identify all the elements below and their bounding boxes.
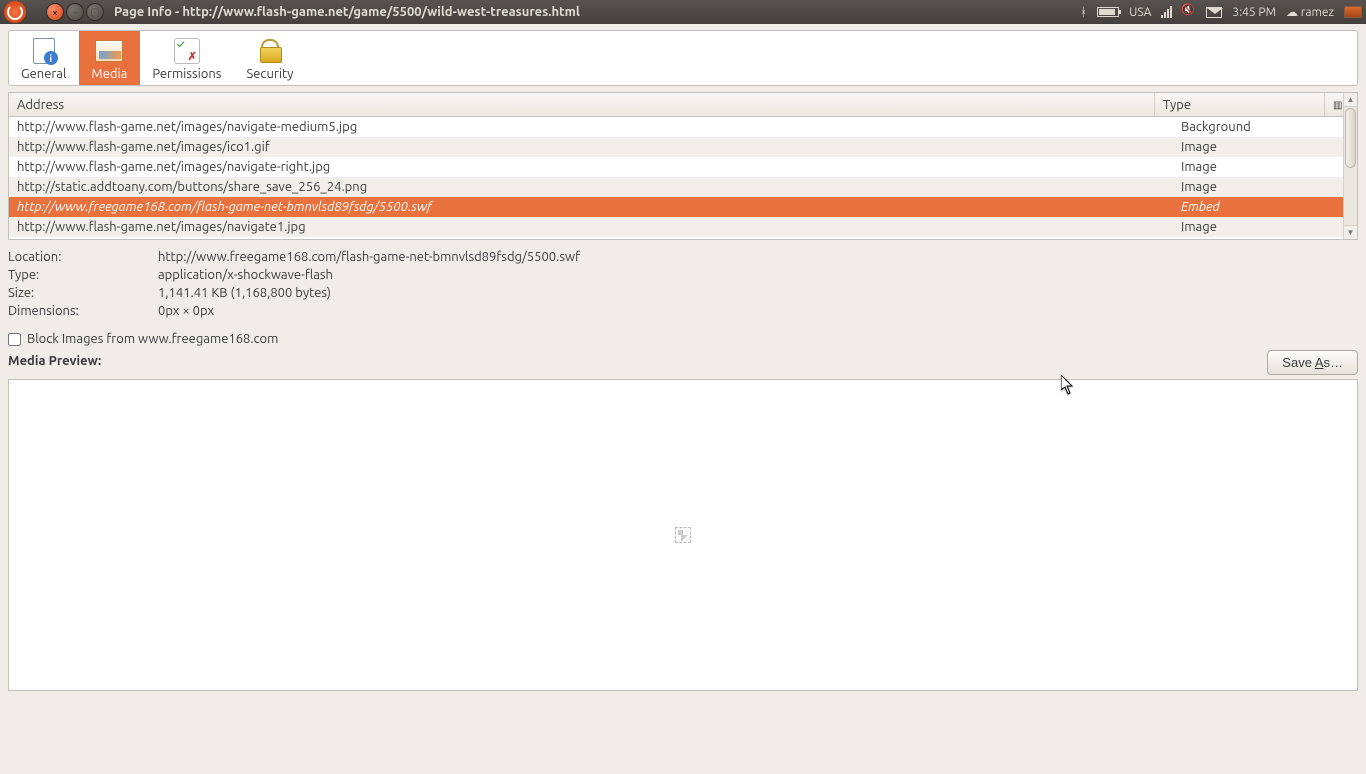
tab-bar: General Media Permissions Security bbox=[8, 30, 1358, 86]
system-tray: ᚼ USA 3:45 PM ☁ ramez bbox=[1080, 5, 1362, 19]
tab-permissions[interactable]: Permissions bbox=[140, 31, 234, 85]
window-close-button[interactable]: × bbox=[46, 3, 64, 21]
tab-security[interactable]: Security bbox=[234, 31, 306, 85]
cell-address: http://www.flash-game.net/images/navigat… bbox=[9, 160, 1173, 174]
general-icon bbox=[28, 37, 60, 65]
shutdown-icon[interactable] bbox=[1344, 6, 1362, 18]
type-label: Type: bbox=[8, 268, 158, 282]
clock[interactable]: 3:45 PM bbox=[1232, 6, 1276, 19]
location-value: http://www.freegame168.com/flash-game-ne… bbox=[158, 250, 580, 264]
size-value: 1,141.41 KB (1,168,800 bytes) bbox=[158, 286, 331, 300]
broken-image-icon bbox=[675, 527, 691, 543]
scroll-up-button[interactable]: ▲ bbox=[1344, 93, 1357, 107]
media-icon bbox=[93, 37, 125, 65]
column-header-address[interactable]: Address bbox=[9, 93, 1155, 116]
column-picker-icon[interactable]: ▥ bbox=[1325, 93, 1343, 116]
system-menubar: × – ▢ Page Info - http://www.flash-game.… bbox=[0, 0, 1366, 24]
window-title: Page Info - http://www.flash-game.net/ga… bbox=[114, 5, 580, 19]
cell-type: Image bbox=[1173, 140, 1343, 154]
user-menu[interactable]: ☁ ramez bbox=[1286, 5, 1334, 19]
table-row[interactable]: http://www.flash-game.net/images/navigat… bbox=[9, 217, 1343, 237]
table-body: http://www.flash-game.net/images/navigat… bbox=[9, 117, 1343, 237]
media-table: Address Type ▥ http://www.flash-game.net… bbox=[8, 92, 1358, 240]
media-preview-area bbox=[8, 379, 1358, 691]
permissions-icon bbox=[171, 37, 203, 65]
cell-type: Background bbox=[1173, 120, 1343, 134]
dimensions-value: 0px × 0px bbox=[158, 304, 214, 318]
column-header-type[interactable]: Type bbox=[1155, 93, 1325, 116]
cell-type: Image bbox=[1173, 220, 1343, 234]
volume-mute-icon[interactable] bbox=[1182, 6, 1196, 18]
security-lock-icon bbox=[254, 37, 286, 65]
location-label: Location: bbox=[8, 250, 158, 264]
block-images-row: Block Images from www.freegame168.com bbox=[8, 332, 1358, 346]
cell-address: http://www.flash-game.net/images/navigat… bbox=[9, 220, 1173, 234]
bluetooth-icon[interactable]: ᚼ bbox=[1080, 6, 1087, 19]
size-label: Size: bbox=[8, 286, 158, 300]
cell-type: Image bbox=[1173, 180, 1343, 194]
page-info-window: General Media Permissions Security Addre… bbox=[0, 30, 1366, 774]
cell-type: Embed bbox=[1173, 200, 1343, 214]
table-row[interactable]: http://www.flash-game.net/images/ico1.gi… bbox=[9, 137, 1343, 157]
table-row[interactable]: http://static.addtoany.com/buttons/share… bbox=[9, 177, 1343, 197]
cell-type: Image bbox=[1173, 160, 1343, 174]
battery-icon[interactable] bbox=[1097, 7, 1119, 17]
media-preview-label: Media Preview: bbox=[8, 354, 101, 368]
tab-media[interactable]: Media bbox=[79, 31, 140, 85]
scrollbar[interactable]: ▲ ▼ bbox=[1343, 93, 1357, 239]
block-images-checkbox[interactable] bbox=[8, 333, 21, 346]
type-value: application/x-shockwave-flash bbox=[158, 268, 333, 282]
tab-general[interactable]: General bbox=[9, 31, 79, 85]
dimensions-label: Dimensions: bbox=[8, 304, 158, 318]
table-header: Address Type ▥ bbox=[9, 93, 1343, 117]
cell-address: http://static.addtoany.com/buttons/share… bbox=[9, 180, 1173, 194]
mail-icon[interactable] bbox=[1206, 7, 1222, 18]
cell-address: http://www.flash-game.net/images/ico1.gi… bbox=[9, 140, 1173, 154]
window-maximize-button[interactable]: ▢ bbox=[86, 3, 104, 21]
window-minimize-button[interactable]: – bbox=[66, 3, 84, 21]
table-row[interactable]: http://www.flash-game.net/images/navigat… bbox=[9, 117, 1343, 137]
network-signal-icon[interactable] bbox=[1161, 6, 1172, 18]
cell-address: http://www.flash-game.net/images/navigat… bbox=[9, 120, 1173, 134]
media-details: Location: http://www.freegame168.com/fla… bbox=[8, 250, 1358, 318]
cell-address: http://www.freegame168.com/flash-game-ne… bbox=[9, 200, 1173, 214]
save-as-button[interactable]: Save As… bbox=[1267, 350, 1358, 375]
table-row[interactable]: http://www.freegame168.com/flash-game-ne… bbox=[9, 197, 1343, 217]
scroll-down-button[interactable]: ▼ bbox=[1344, 225, 1357, 239]
keyboard-indicator[interactable]: USA bbox=[1129, 6, 1151, 19]
scroll-thumb[interactable] bbox=[1345, 108, 1356, 168]
table-row[interactable]: http://www.flash-game.net/images/navigat… bbox=[9, 157, 1343, 177]
ubuntu-logo-icon[interactable] bbox=[4, 1, 26, 23]
block-images-label[interactable]: Block Images from www.freegame168.com bbox=[27, 332, 278, 346]
window-controls: × – ▢ bbox=[46, 3, 104, 21]
